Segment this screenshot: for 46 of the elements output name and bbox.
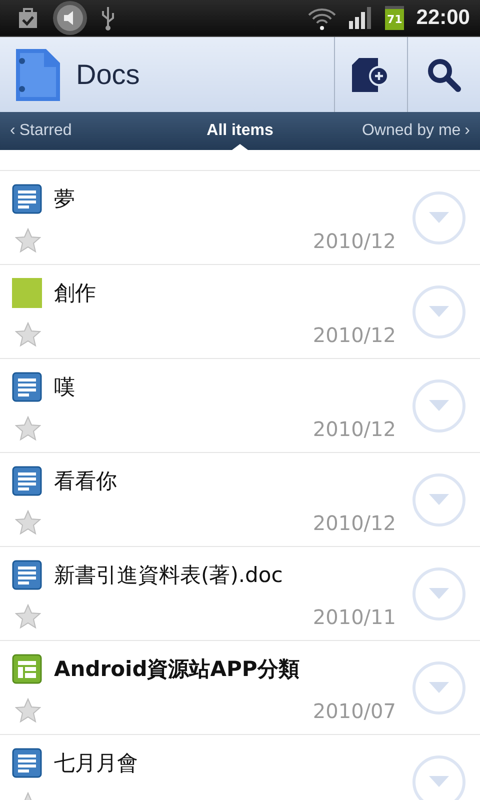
tab[interactable]: All items (160, 112, 320, 150)
document-icon (12, 466, 42, 496)
tab[interactable]: ‹ Starred (0, 112, 160, 150)
clock-time: 22:00 (416, 6, 470, 30)
star-icon[interactable] (15, 698, 41, 723)
item-title: 看看你 (54, 468, 117, 495)
dropdown-icon[interactable] (412, 566, 466, 620)
star-icon[interactable] (15, 416, 41, 441)
item-date: 2010/07 (312, 698, 396, 722)
dropdown-icon[interactable] (412, 472, 466, 526)
dropdown-icon[interactable] (412, 660, 466, 714)
document-icon (12, 372, 42, 402)
tab[interactable]: Owned by me › (320, 112, 480, 150)
battery-level: 71 (384, 6, 404, 30)
bag-check-icon (16, 6, 40, 30)
dropdown-icon[interactable] (412, 190, 466, 244)
usb-icon (100, 5, 116, 31)
item-date: 2010/12 (312, 322, 396, 346)
document-icon (12, 560, 42, 590)
star-icon[interactable] (15, 510, 41, 535)
app-title: Docs (76, 58, 141, 90)
item-date: 2010/12 (312, 510, 396, 534)
item-date: 2010/12 (312, 416, 396, 440)
item-title: Android資源站APP分類 (54, 656, 300, 683)
item-date: 2010/12 (312, 228, 396, 252)
spreadsheet-icon (12, 654, 42, 684)
dropdown-icon[interactable] (412, 284, 466, 338)
document-icon (12, 748, 42, 778)
item-title: 嘆 (54, 374, 75, 401)
item-date: 2010/11 (312, 604, 396, 628)
dropdown-icon[interactable] (412, 378, 466, 432)
dropdown-icon[interactable] (412, 754, 466, 800)
search-icon (427, 58, 461, 92)
new-document-icon (352, 58, 390, 92)
docs-logo-icon (14, 46, 62, 102)
document-icon (12, 184, 42, 214)
star-icon[interactable] (15, 322, 41, 347)
clock-speaker-icon (52, 0, 88, 36)
item-title: 七月月會 (54, 750, 138, 777)
signal-icon (348, 7, 373, 29)
item-title: 創作 (54, 280, 96, 307)
folder-square-icon (12, 278, 42, 308)
star-icon[interactable] (15, 604, 41, 629)
item-title: 新書引進資料表(著).doc (54, 562, 283, 589)
item-title: 夢 (54, 186, 75, 213)
star-icon[interactable] (15, 228, 41, 253)
